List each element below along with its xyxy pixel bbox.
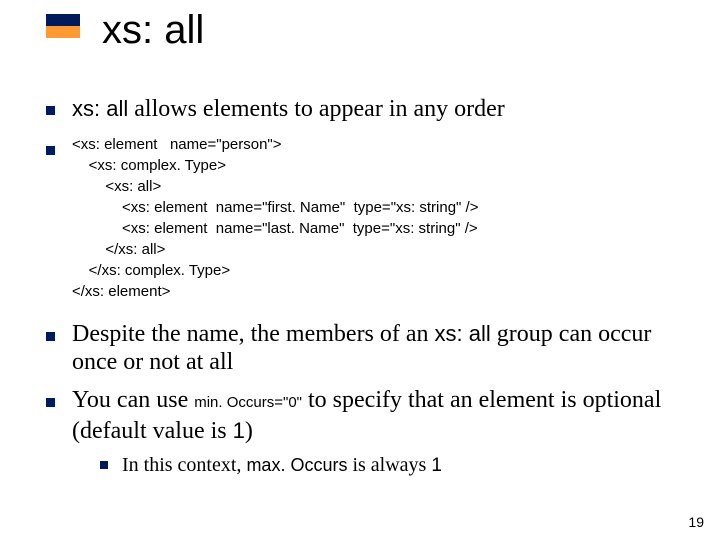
bullet-4-pre: You can use (72, 387, 194, 413)
code-block: <xs: element name="person"> <xs: complex… (72, 134, 678, 302)
title-accent-icon (46, 14, 80, 38)
slide-title: xs: all (102, 8, 204, 52)
bullet-square-icon (46, 146, 55, 155)
bullet-list: xs: all allows elements to appear in any… (46, 94, 678, 478)
sub-pre: In this context, (122, 454, 246, 476)
bullet-square-icon (100, 461, 108, 469)
sub-keyword: max. Occurs (246, 455, 347, 475)
title-bar: xs: all (46, 14, 678, 70)
bullet-3-pre: Despite the name, the members of an (72, 321, 435, 347)
bullet-square-icon (46, 106, 55, 115)
bullet-4-post: ) (245, 418, 253, 444)
bullet-square-icon (46, 398, 55, 407)
sub-mid: is always (347, 454, 431, 476)
bullet-4-keyword: min. Occurs="0" (194, 394, 302, 411)
bullet-3-text: Despite the name, the members of an xs: … (72, 320, 678, 376)
page-number: 19 (688, 514, 704, 530)
bullet-4-one: 1 (233, 418, 245, 443)
bullet-1-keyword: xs: all (72, 96, 128, 121)
bullet-3: Despite the name, the members of an xs: … (46, 320, 678, 376)
bullet-4: You can use min. Occurs="0" to specify t… (46, 386, 678, 478)
bullet-1: xs: all allows elements to appear in any… (46, 94, 678, 124)
slide: xs: all xs: all allows elements to appea… (0, 0, 720, 540)
bullet-square-icon (46, 332, 55, 341)
sub-one: 1 (431, 455, 442, 476)
content-area: xs: all allows elements to appear in any… (46, 94, 678, 488)
sub-bullet: In this context, max. Occurs is always 1 (100, 453, 678, 478)
bullet-3-keyword: xs: all (435, 321, 491, 346)
bullet-code: <xs: element name="person"> <xs: complex… (46, 134, 678, 302)
bullet-4-text: You can use min. Occurs="0" to specify t… (72, 386, 678, 445)
bullet-1-rest: allows elements to appear in any order (128, 96, 505, 122)
sub-bullet-text: In this context, max. Occurs is always 1 (122, 453, 678, 478)
bullet-1-text: xs: all allows elements to appear in any… (72, 94, 678, 124)
sub-list: In this context, max. Occurs is always 1 (72, 453, 678, 478)
